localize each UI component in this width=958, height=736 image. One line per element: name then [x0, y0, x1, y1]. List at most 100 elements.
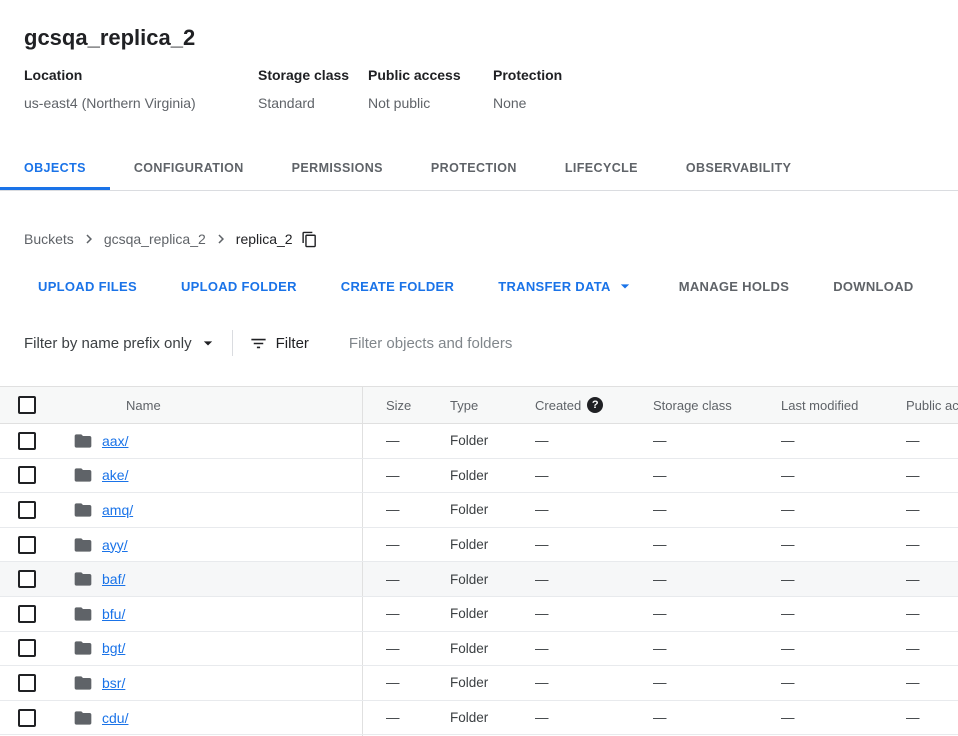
row-checkbox-cell	[0, 536, 54, 554]
size-cell: —	[362, 562, 427, 596]
meta-value: None	[493, 94, 562, 112]
column-header-type[interactable]: Type	[427, 398, 512, 413]
delete-button[interactable]: DELETE	[946, 275, 958, 297]
bucket-tabs: OBJECTS CONFIGURATION PERMISSIONS PROTEC…	[0, 148, 958, 191]
folder-link[interactable]: bgt/	[102, 640, 125, 656]
folder-icon	[73, 465, 93, 485]
row-checkbox-cell	[0, 605, 54, 623]
row-checkbox[interactable]	[18, 432, 36, 450]
storage-class-cell: —	[630, 710, 758, 725]
size-cell: —	[362, 597, 427, 631]
folder-link[interactable]: baf/	[102, 571, 125, 587]
table-row: aax/ — Folder — — — —	[0, 424, 958, 459]
folder-link[interactable]: aax/	[102, 433, 128, 449]
row-checkbox[interactable]	[18, 466, 36, 484]
folder-link[interactable]: ake/	[102, 467, 128, 483]
column-header-last-modified[interactable]: Last modified	[758, 398, 883, 413]
row-checkbox[interactable]	[18, 605, 36, 623]
chevron-right-icon	[80, 230, 98, 248]
table-row: amq/ — Folder — — — —	[0, 493, 958, 528]
row-checkbox[interactable]	[18, 709, 36, 727]
meta-value: us-east4 (Northern Virginia)	[24, 94, 258, 112]
row-checkbox-cell	[0, 709, 54, 727]
row-checkbox[interactable]	[18, 639, 36, 657]
folder-icon	[73, 638, 93, 658]
table-row: cdu/ — Folder — — — —	[0, 701, 958, 736]
bucket-header: gcsqa_replica_2 Location us-east4 (North…	[0, 0, 958, 112]
copy-icon[interactable]	[301, 231, 318, 248]
storage-class-cell: —	[630, 606, 758, 621]
storage-class-cell: —	[630, 675, 758, 690]
breadcrumb-buckets[interactable]: Buckets	[24, 231, 74, 247]
size-cell: —	[362, 459, 427, 493]
folder-link[interactable]: ayy/	[102, 537, 128, 553]
public-access-cell: —	[883, 433, 958, 448]
select-all-cell	[0, 396, 54, 414]
folder-link[interactable]: bfu/	[102, 606, 125, 622]
last-modified-cell: —	[758, 710, 883, 725]
public-access-cell: —	[883, 606, 958, 621]
tab-objects[interactable]: OBJECTS	[0, 148, 110, 190]
create-folder-button[interactable]: CREATE FOLDER	[329, 275, 466, 297]
table-row: bsr/ — Folder — — — —	[0, 666, 958, 701]
size-cell: —	[362, 424, 427, 458]
meta-public-access: Public access Not public	[368, 66, 493, 112]
storage-class-cell: —	[630, 641, 758, 656]
upload-folder-button[interactable]: UPLOAD FOLDER	[169, 275, 309, 297]
row-checkbox-cell	[0, 674, 54, 692]
meta-label: Public access	[368, 66, 493, 84]
type-cell: Folder	[427, 606, 512, 621]
row-checkbox[interactable]	[18, 501, 36, 519]
tab-observability[interactable]: OBSERVABILITY	[662, 148, 815, 190]
tab-protection[interactable]: PROTECTION	[407, 148, 541, 190]
page-title: gcsqa_replica_2	[24, 26, 958, 50]
row-checkbox[interactable]	[18, 674, 36, 692]
meta-label: Storage class	[258, 66, 368, 84]
filter-input[interactable]	[349, 335, 958, 352]
tab-configuration[interactable]: CONFIGURATION	[110, 148, 268, 190]
select-all-checkbox[interactable]	[18, 396, 36, 414]
type-cell: Folder	[427, 468, 512, 483]
meta-storage-class: Storage class Standard	[258, 66, 368, 112]
download-button[interactable]: DOWNLOAD	[821, 275, 925, 297]
table-row: bfu/ — Folder — — — —	[0, 597, 958, 632]
filter-scope-dropdown[interactable]: Filter by name prefix only	[24, 333, 218, 353]
folder-link[interactable]: cdu/	[102, 710, 128, 726]
folder-link[interactable]: amq/	[102, 502, 133, 518]
row-checkbox[interactable]	[18, 570, 36, 588]
storage-class-cell: —	[630, 433, 758, 448]
public-access-cell: —	[883, 710, 958, 725]
table-row: baf/ — Folder — — — —	[0, 562, 958, 597]
transfer-data-label: TRANSFER DATA	[498, 279, 610, 294]
column-header-created[interactable]: Created ?	[512, 397, 630, 413]
tab-permissions[interactable]: PERMISSIONS	[268, 148, 407, 190]
size-cell: —	[362, 632, 427, 666]
column-header-public-access[interactable]: Public access	[883, 398, 958, 413]
public-access-cell: —	[883, 502, 958, 517]
row-checkbox[interactable]	[18, 536, 36, 554]
folder-icon	[73, 500, 93, 520]
column-header-size[interactable]: Size	[362, 387, 427, 423]
table-header-row: Name Size Type Created ? Storage class L…	[0, 386, 958, 424]
breadcrumb-bucket-name[interactable]: gcsqa_replica_2	[104, 231, 206, 247]
public-access-cell: —	[883, 572, 958, 587]
name-cell: bgt/	[54, 638, 362, 658]
folder-icon	[73, 708, 93, 728]
row-checkbox-cell	[0, 432, 54, 450]
last-modified-cell: —	[758, 641, 883, 656]
chevron-right-icon	[212, 230, 230, 248]
size-cell: —	[362, 528, 427, 562]
table-body: aax/ — Folder — — — — ake/ — Folder — — …	[0, 424, 958, 736]
upload-files-button[interactable]: UPLOAD FILES	[26, 275, 149, 297]
created-cell: —	[512, 710, 630, 725]
last-modified-cell: —	[758, 675, 883, 690]
help-icon[interactable]: ?	[587, 397, 603, 413]
name-cell: cdu/	[54, 708, 362, 728]
column-header-name[interactable]: Name	[54, 398, 362, 413]
tab-lifecycle[interactable]: LIFECYCLE	[541, 148, 662, 190]
transfer-data-button[interactable]: TRANSFER DATA	[486, 275, 646, 297]
manage-holds-button[interactable]: MANAGE HOLDS	[667, 275, 802, 297]
folder-link[interactable]: bsr/	[102, 675, 125, 691]
column-header-storage-class[interactable]: Storage class	[630, 398, 758, 413]
vertical-divider	[232, 330, 233, 356]
